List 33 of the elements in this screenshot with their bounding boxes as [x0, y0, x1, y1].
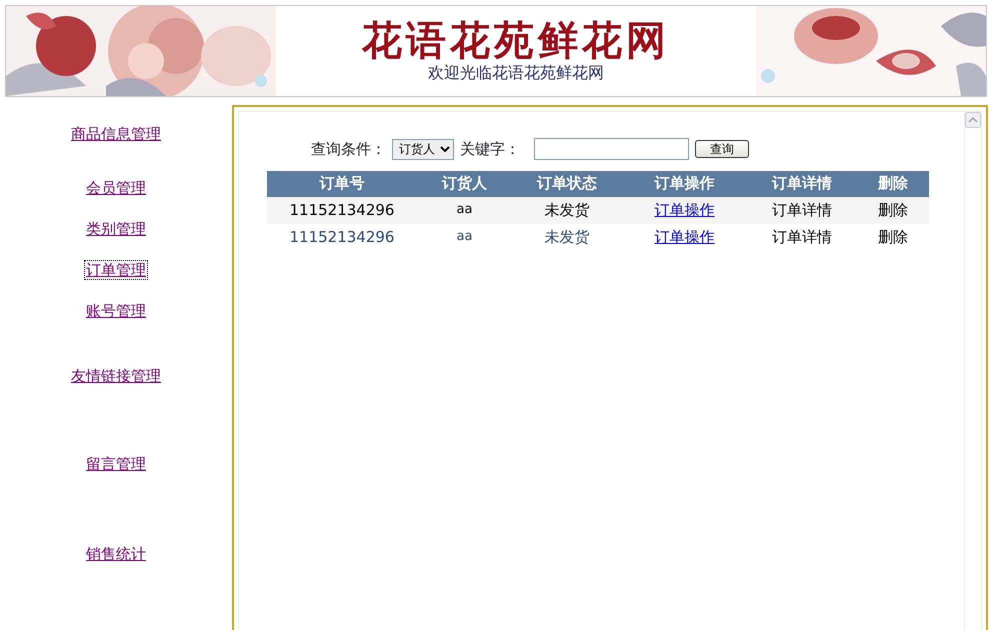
table-cell: 未发货	[512, 224, 622, 250]
search-button[interactable]: 查询	[695, 140, 749, 158]
nav-link[interactable]: 销售统计	[85, 545, 147, 563]
scroll-up-button[interactable]	[965, 112, 981, 128]
keyword-label: 关键字：	[460, 139, 520, 160]
table-cell: aa	[417, 196, 512, 224]
table-cell: 未发货	[512, 196, 622, 224]
column-header: 订单详情	[747, 170, 857, 196]
column-header: 订货人	[417, 170, 512, 196]
delete-link[interactable]: 删除	[857, 196, 929, 224]
delete-link[interactable]: 删除	[857, 224, 929, 250]
nav-link[interactable]: 账号管理	[85, 302, 147, 320]
site-subtitle: 欢迎光临花语花苑鲜花网	[428, 63, 604, 83]
column-header: 删除	[857, 170, 929, 196]
nav-link[interactable]: 友情链接管理	[70, 367, 162, 385]
nav-link[interactable]: 类别管理	[85, 220, 147, 238]
search-select[interactable]: 订货人	[392, 138, 454, 160]
table-cell: 11152134296	[267, 224, 417, 250]
nav-link[interactable]: 留言管理	[85, 455, 147, 473]
table-cell: 11152134296	[267, 196, 417, 224]
table-cell: aa	[417, 224, 512, 250]
column-header: 订单状态	[512, 170, 622, 196]
nav-link[interactable]: 订单管理	[85, 261, 147, 279]
column-header: 订单操作	[622, 170, 747, 196]
order-action-link[interactable]: 订单操作	[654, 228, 714, 246]
site-title: 花语花苑鲜花网	[362, 19, 670, 64]
nav-link[interactable]: 会员管理	[85, 179, 147, 197]
keyword-field[interactable]	[534, 138, 689, 160]
detail-link[interactable]: 订单详情	[747, 224, 857, 250]
detail-link[interactable]: 订单详情	[747, 196, 857, 224]
nav-link[interactable]: 商品信息管理	[70, 125, 162, 143]
search-label: 查询条件：	[311, 139, 386, 160]
column-header: 订单号	[267, 170, 417, 196]
